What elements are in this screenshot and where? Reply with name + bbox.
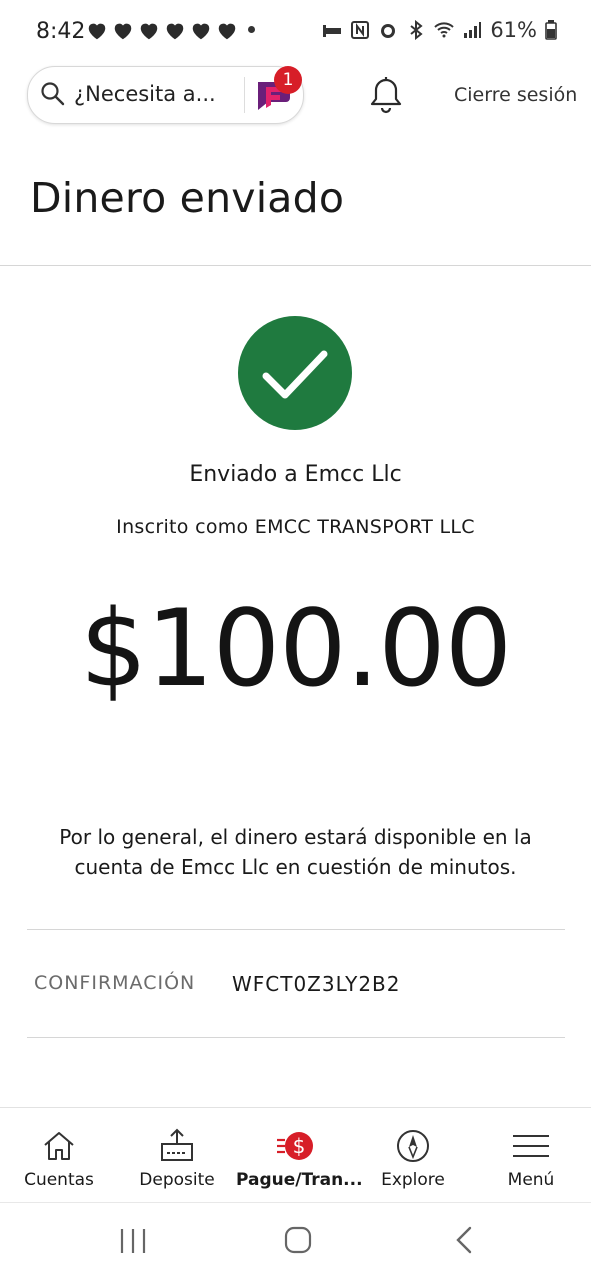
success-check-icon <box>238 316 352 430</box>
search-placeholder: ¿Necesita a... <box>74 82 216 106</box>
search-divider <box>244 77 245 113</box>
nav-label: Menú <box>507 1170 555 1190</box>
home-icon <box>44 1132 74 1160</box>
confirmation-number: WFCT0Z3LY2B2 <box>232 972 401 996</box>
heart-icon <box>88 23 106 40</box>
amount-sent: $100.00 <box>79 587 512 710</box>
system-nav-bar <box>0 1203 591 1280</box>
signal-icon <box>464 22 482 38</box>
nav-label: Cuentas <box>24 1170 94 1190</box>
status-bar: 8:42 61% <box>0 0 591 64</box>
nav-pay-transfer[interactable]: $ Pague/Tran... <box>236 1108 363 1202</box>
bell-icon[interactable] <box>368 76 404 114</box>
nav-explore[interactable]: Explore <box>354 1108 472 1202</box>
bottom-nav: Cuentas Deposite $ Pague/Tran... Explore… <box>0 1108 591 1202</box>
page-title: Dinero enviado <box>30 174 345 222</box>
sleep-mode-icon <box>323 25 342 37</box>
header-divider <box>0 265 591 266</box>
heart-icon <box>192 23 210 40</box>
wifi-icon <box>434 22 455 38</box>
battery-percent: 61% <box>490 18 537 42</box>
home-button-icon[interactable] <box>283 1225 313 1255</box>
svg-text:$: $ <box>293 1134 306 1158</box>
notification-badge: 1 <box>274 66 302 94</box>
more-notifications-dot <box>248 26 255 33</box>
confirmation-label: CONFIRMACIÓN <box>34 972 196 994</box>
pay-transfer-icon: $ <box>277 1132 313 1160</box>
notification-icons <box>86 20 238 42</box>
nav-deposit[interactable]: Deposite <box>118 1108 236 1202</box>
battery-icon <box>545 20 557 40</box>
nav-label: Pague/Tran... <box>236 1170 363 1190</box>
menu-icon <box>513 1135 549 1157</box>
status-icons: 61% <box>322 18 557 42</box>
heart-icon <box>114 23 132 40</box>
compass-icon <box>397 1130 429 1162</box>
divider <box>27 1037 565 1038</box>
heart-icon <box>140 23 158 40</box>
nav-label: Deposite <box>139 1170 215 1190</box>
sign-out-link[interactable]: Cierre sesión <box>454 84 577 106</box>
heart-icon <box>218 23 236 40</box>
search-icon <box>41 82 65 106</box>
nav-accounts[interactable]: Cuentas <box>0 1108 118 1202</box>
heart-icon <box>166 23 184 40</box>
recipient-name: Enviado a Emcc Llc <box>189 462 402 487</box>
bluetooth-icon <box>410 20 423 40</box>
deposit-icon <box>161 1128 193 1161</box>
recent-apps-icon[interactable] <box>118 1227 148 1255</box>
availability-note: Por lo general, el dinero estará disponi… <box>59 825 532 879</box>
divider <box>27 929 565 930</box>
back-icon[interactable] <box>452 1225 476 1255</box>
recipient-enrolled-name: Inscrito como EMCC TRANSPORT LLC <box>116 516 475 538</box>
nav-menu[interactable]: Menú <box>472 1108 590 1202</box>
alarm-icon <box>381 24 396 38</box>
nfc-icon <box>351 21 370 39</box>
status-time: 8:42 <box>36 19 86 44</box>
nav-label: Explore <box>381 1170 445 1190</box>
